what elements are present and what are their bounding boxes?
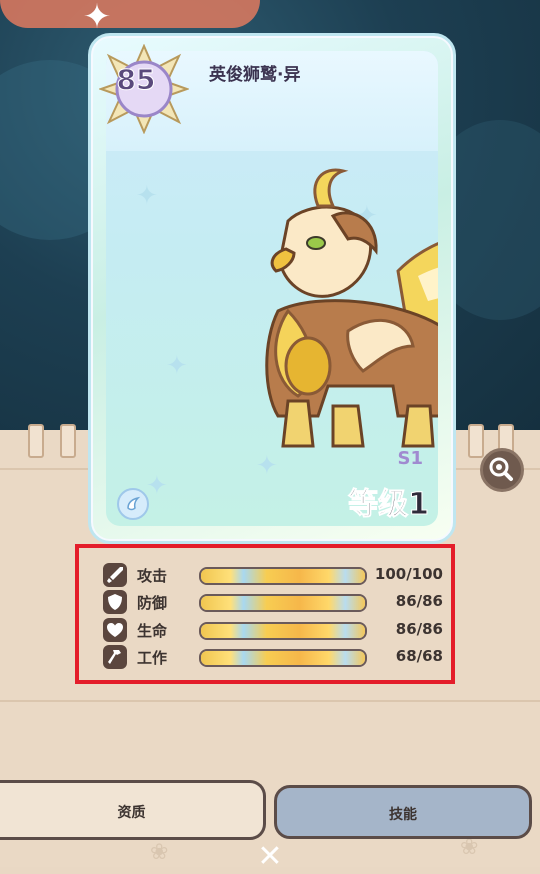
sparkle-icon: ✦ (82, 0, 112, 37)
stat-bar-fill (201, 596, 365, 610)
stat-bar-fill (201, 569, 365, 583)
stat-bar (199, 567, 367, 585)
stat-row-defense: 防御 86/86 (103, 590, 443, 614)
wind-element-glyph (127, 496, 141, 511)
gryphon-illustration (265, 168, 438, 448)
stat-bar (199, 594, 367, 612)
stat-value: 86/86 (395, 620, 443, 638)
stat-label: 攻击 (137, 567, 168, 585)
shield-icon (103, 590, 127, 614)
stat-value: 68/68 (395, 647, 443, 665)
stat-row-work: 工作 68/68 (103, 645, 443, 669)
stat-label: 防御 (137, 594, 168, 612)
stat-bar-fill (201, 624, 365, 638)
table-line (0, 700, 540, 702)
background-blob (0, 0, 260, 28)
stat-row-attack: 攻击 100/100 (103, 563, 443, 587)
stat-bar-fill (201, 651, 365, 665)
stat-label: 工作 (137, 649, 168, 667)
pattern-star: ✦ (146, 471, 168, 501)
sword-glyph (107, 567, 123, 583)
hammer-icon (103, 645, 127, 669)
hammer-glyph (108, 650, 121, 664)
pal-card: ✦ ✦ ✦ ✦ ✦ ✦ (88, 33, 456, 544)
paw-print-icon: ❀ (150, 840, 169, 865)
stat-label: 生命 (137, 622, 168, 640)
tab-skills[interactable]: 技能 (274, 785, 532, 839)
fence-post (60, 424, 76, 458)
fence-post (468, 424, 484, 458)
sword-icon (103, 563, 127, 587)
stat-row-health: 生命 86/86 (103, 618, 443, 642)
tab-qualities[interactable]: 资质 (0, 780, 266, 840)
rank-label: 等级1 (348, 487, 430, 523)
magnifier-icon (489, 457, 513, 481)
pal-level: 85 (116, 63, 156, 97)
season-tag: S1 (397, 448, 424, 469)
heart-icon (103, 618, 127, 642)
shield-glyph (108, 594, 122, 610)
stats-panel: 攻击 100/100 防御 86/86 生命 86/86 工作 68/68 (75, 544, 455, 684)
stat-bar (199, 649, 367, 667)
pattern-star: ✦ (136, 181, 158, 211)
pal-name: 英俊狮鹫·异 (209, 65, 301, 85)
stat-value: 100/100 (374, 565, 443, 583)
close-icon[interactable]: ✕ (250, 842, 290, 872)
zoom-button[interactable] (480, 448, 524, 492)
heart-glyph (107, 623, 123, 637)
stat-value: 86/86 (395, 592, 443, 610)
stat-bar (199, 622, 367, 640)
wind-element-icon (117, 488, 149, 520)
fence-post (28, 424, 44, 458)
